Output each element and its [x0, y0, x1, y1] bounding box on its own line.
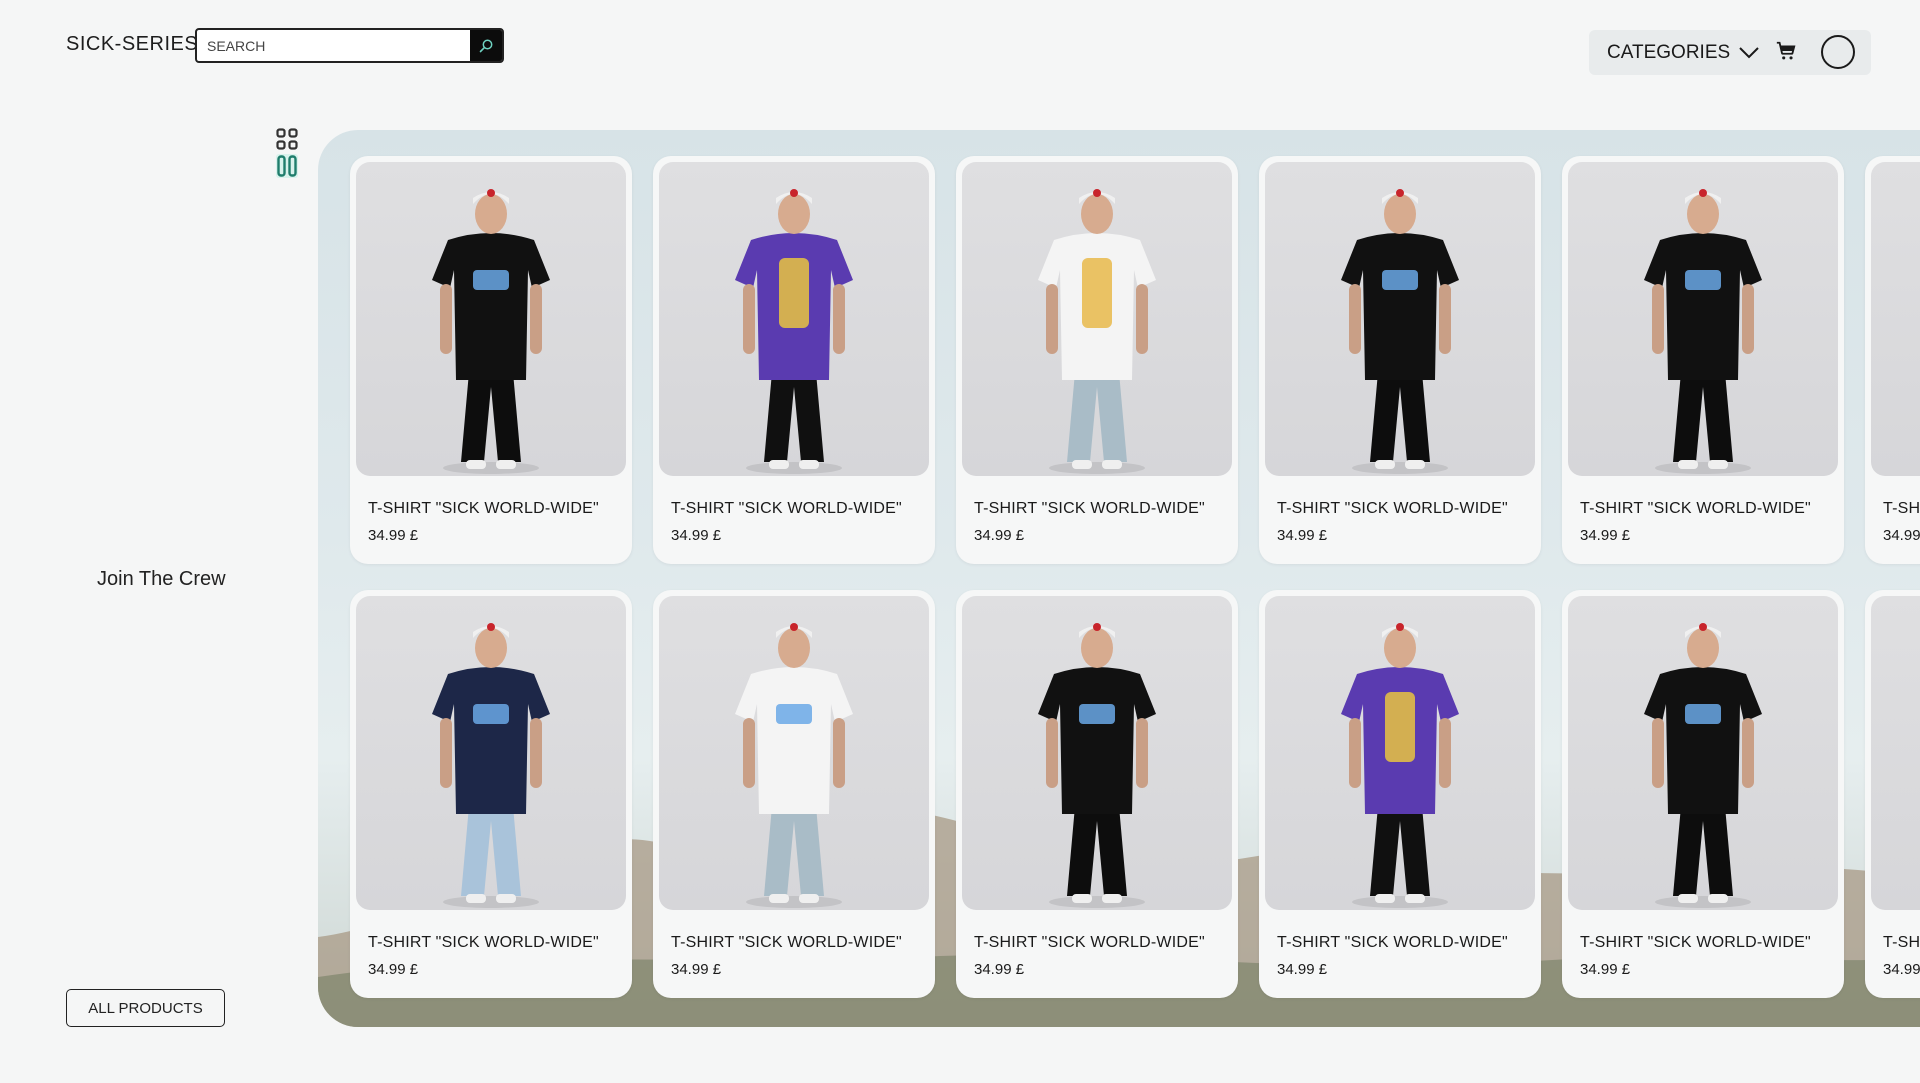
product-price: 34.99 £	[1883, 961, 1920, 978]
product-image	[1568, 162, 1838, 476]
product-image	[962, 596, 1232, 910]
product-grid: T-SHIRT "SICK WORLD-WIDE" 34.99 £ T-SHIRT …	[350, 156, 1920, 1016]
product-card[interactable]: T-SHIRT "SICK WORLD-WIDE" 34.99 £	[1865, 590, 1920, 998]
cart-icon	[1776, 41, 1796, 60]
product-image	[659, 162, 929, 476]
categories-dropdown[interactable]: CATEGORIES	[1607, 42, 1760, 64]
search-button[interactable]	[470, 30, 502, 61]
product-card[interactable]: T-SHIRT "SICK WORLD-WIDE" 34.99 £	[350, 156, 632, 564]
chevron-down-icon	[1739, 47, 1759, 59]
product-card[interactable]: T-SHIRT "SICK WORLD-WIDE" 34.99 £	[1562, 590, 1844, 998]
search-bar	[195, 28, 504, 63]
product-title: T-SHIRT "SICK WORLD-WIDE"	[1580, 934, 1811, 951]
product-image	[1265, 596, 1535, 910]
product-price: 34.99 £	[1883, 527, 1920, 544]
product-title: T-SHIRT "SICK WORLD-WIDE"	[671, 500, 902, 517]
product-price: 34.99 £	[1277, 527, 1328, 544]
product-card[interactable]: T-SHIRT "SICK WORLD-WIDE" 34.99 £	[653, 156, 935, 564]
product-title: T-SHIRT "SICK WORLD-WIDE"	[671, 934, 902, 951]
product-title: T-SHIRT "SICK WORLD-WIDE"	[974, 934, 1205, 951]
product-card[interactable]: T-SHIRT "SICK WORLD-WIDE" 34.99 £	[956, 590, 1238, 998]
grid-view-icon[interactable]	[276, 128, 298, 150]
product-card[interactable]: T-SHIRT "SICK WORLD-WIDE" 34.99 £	[653, 590, 935, 998]
product-price: 34.99 £	[671, 527, 722, 544]
product-card[interactable]: T-SHIRT "SICK WORLD-WIDE" 34.99 £	[1259, 590, 1541, 998]
product-card[interactable]: T-SHIRT "SICK WORLD-WIDE" 34.99 £	[1562, 156, 1844, 564]
product-price: 34.99 £	[974, 961, 1025, 978]
view-toggle-group	[276, 128, 300, 182]
product-title: T-SHIRT "SICK WORLD-WIDE"	[368, 934, 599, 951]
header-actions: CATEGORIES	[1589, 30, 1871, 75]
search-input[interactable]	[207, 30, 467, 61]
product-showcase: T-SHIRT "SICK WORLD-WIDE" 34.99 £ T-SHIRT …	[318, 130, 1920, 1027]
product-image	[1568, 596, 1838, 910]
all-products-button[interactable]: ALL PRODUCTS	[66, 989, 225, 1027]
cart-button[interactable]	[1775, 40, 1797, 67]
product-price: 34.99 £	[368, 527, 419, 544]
search-icon	[479, 39, 493, 52]
product-image	[356, 162, 626, 476]
product-title: T-SHIRT "SICK WORLD-WIDE"	[1277, 934, 1508, 951]
product-price: 34.99 £	[1277, 961, 1328, 978]
two-column-view-icon[interactable]	[276, 154, 298, 178]
product-title: T-SHIRT "SICK WORLD-WIDE"	[1883, 934, 1920, 951]
join-the-crew-link[interactable]: Join The Crew	[97, 568, 226, 591]
product-title: T-SHIRT "SICK WORLD-WIDE"	[1580, 500, 1811, 517]
product-price: 34.99 £	[974, 527, 1025, 544]
product-image	[659, 596, 929, 910]
product-price: 34.99 £	[368, 961, 419, 978]
product-title: T-SHIRT "SICK WORLD-WIDE"	[974, 500, 1205, 517]
product-title: T-SHIRT "SICK WORLD-WIDE"	[1277, 500, 1508, 517]
product-card[interactable]: T-SHIRT "SICK WORLD-WIDE" 34.99 £	[350, 590, 632, 998]
account-icon[interactable]	[1821, 35, 1855, 69]
product-image	[962, 162, 1232, 476]
product-price: 34.99 £	[1580, 961, 1631, 978]
product-title: T-SHIRT "SICK WORLD-WIDE"	[1883, 500, 1920, 517]
product-price: 34.99 £	[1580, 527, 1631, 544]
product-title: T-SHIRT "SICK WORLD-WIDE"	[368, 500, 599, 517]
product-image	[1871, 162, 1920, 476]
product-image	[1265, 162, 1535, 476]
categories-label: CATEGORIES	[1607, 42, 1731, 63]
product-card[interactable]: T-SHIRT "SICK WORLD-WIDE" 34.99 £	[956, 156, 1238, 564]
product-price: 34.99 £	[671, 961, 722, 978]
product-card[interactable]: T-SHIRT "SICK WORLD-WIDE" 34.99 £	[1259, 156, 1541, 564]
product-image	[1871, 596, 1920, 910]
product-card[interactable]: T-SHIRT "SICK WORLD-WIDE" 34.99 £	[1865, 156, 1920, 564]
brand-logo[interactable]: SICK-SERIES	[66, 33, 198, 56]
product-image	[356, 596, 626, 910]
top-bar: SICK-SERIES CATEGORIES	[0, 0, 1920, 100]
